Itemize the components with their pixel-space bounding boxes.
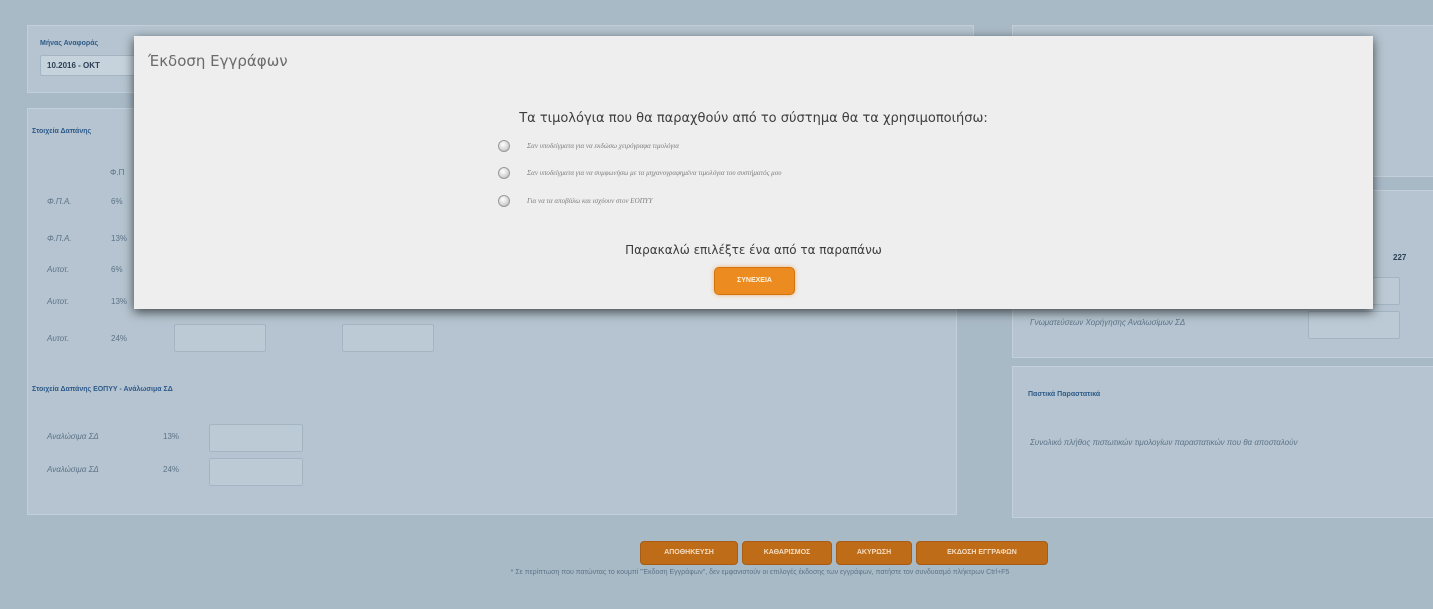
dialog-question: Τα τιμολόγια που θα παραχθούν από το σύσ… (519, 111, 988, 126)
dialog-title: Έκδοση Εγγράφων (148, 52, 288, 70)
right-field[interactable] (1308, 311, 1400, 339)
credit-title: Παστικά Παραστατικά (1028, 391, 1101, 398)
row-label: Αυτοτ. (47, 297, 70, 306)
radio-button-icon[interactable] (498, 140, 510, 152)
issue-documents-button[interactable]: ΕΚΔΟΣΗ ΕΓΓΡΑΦΩΝ (916, 541, 1048, 565)
option-label: Σαν υποδείγματα για να συμφωνήσω με τα μ… (527, 169, 782, 177)
radio-button-icon[interactable] (498, 195, 510, 207)
row2-pct: 24% (163, 465, 180, 474)
row2-label: Αναλώσιμα ΣΔ (47, 465, 99, 474)
consumables-field[interactable] (209, 458, 303, 486)
credit-text: Συνολικό πλήθος πιστωτικών τιμολογίων πα… (1030, 438, 1298, 447)
cancel-button[interactable]: ΑΚΥΡΩΣΗ (836, 541, 912, 565)
amount-field[interactable] (174, 324, 266, 352)
section1-title: Στοιχεία Δαπάνης (32, 128, 92, 135)
month-select[interactable]: 10.2016 - ΟΚΤ (40, 55, 136, 76)
option-label: Για να τα αποβάλω και ισχύουν στον ΕΟΠΥΥ (527, 197, 653, 205)
dialog-prompt: Παρακαλώ επιλέξτε ένα από τα παραπάνω (625, 243, 882, 257)
row-pct: 13% (111, 234, 128, 243)
row-pct: 6% (111, 265, 123, 274)
row2-pct: 13% (163, 432, 180, 441)
option-submit[interactable]: Για να τα αποβάλω και ισχύουν στον ΕΟΠΥΥ (498, 193, 652, 209)
right-side-label: Γνωματεύσεων Χορήγησης Αναλωσίμων ΣΔ (1030, 318, 1186, 327)
right-code: 227 (1393, 253, 1407, 262)
issue-documents-dialog: Έκδοση Εγγράφων Τα τιμολόγια που θα παρα… (134, 36, 1373, 309)
consumables-field[interactable] (209, 424, 303, 452)
row-pct: 6% (111, 197, 123, 206)
col-header: Φ.Π (110, 168, 125, 177)
radio-button-icon[interactable] (498, 167, 510, 179)
option-label: Σαν υποδείγματα για να εκδώσω χειρόγραφα… (527, 142, 679, 150)
row-label: Φ.Π.Α. (47, 234, 72, 243)
option-handwritten[interactable]: Σαν υποδείγματα για να εκδώσω χειρόγραφα… (498, 138, 679, 154)
row-pct: 24% (111, 334, 128, 343)
footer-note: * Σε περίπτωση που πατώντας το κουμπί "Έ… (510, 569, 1010, 576)
row-pct: 13% (111, 297, 128, 306)
row-label: Φ.Π.Α. (47, 197, 72, 206)
amount-field[interactable] (342, 324, 434, 352)
option-compare[interactable]: Σαν υποδείγματα για να συμφωνήσω με τα μ… (498, 165, 781, 181)
save-button[interactable]: ΑΠΟΘΗΚΕΥΣΗ (640, 541, 738, 565)
section2-title: Στοιχεία Δαπάνης ΕΟΠΥΥ - Ανάλωσιμα ΣΔ (32, 386, 173, 393)
month-label: Μήνας Αναφοράς (40, 40, 99, 47)
row-label: Αυτοτ. (47, 265, 70, 274)
clear-button[interactable]: ΚΑΘΑΡΙΣΜΟΣ (742, 541, 832, 565)
row-label: Αυτοτ. (47, 334, 70, 343)
continue-button[interactable]: ΣΥΝΕΧΕΙΑ (714, 267, 795, 295)
row2-label: Αναλώσιμα ΣΔ (47, 432, 99, 441)
